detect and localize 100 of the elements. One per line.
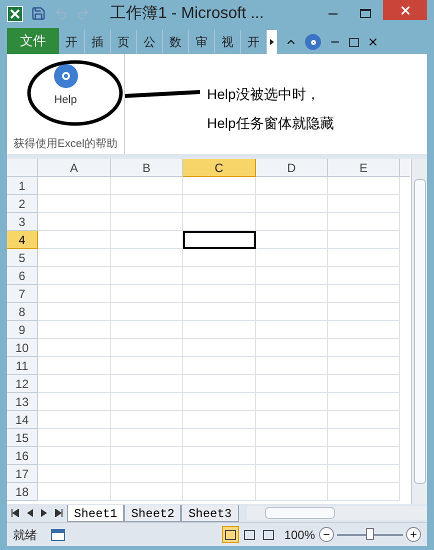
zoom-in-button[interactable]: [406, 527, 421, 542]
grid-cell[interactable]: [256, 267, 328, 285]
row-header[interactable]: 16: [7, 447, 38, 465]
grid-cell[interactable]: [328, 339, 400, 357]
grid-cell[interactable]: [256, 447, 328, 465]
grid-cell[interactable]: [183, 465, 256, 483]
grid-cell[interactable]: [328, 393, 400, 411]
row-header[interactable]: 3: [7, 213, 38, 231]
grid-cell[interactable]: [111, 267, 183, 285]
grid-cell[interactable]: [256, 285, 328, 303]
grid-cell[interactable]: [38, 375, 111, 393]
redo-icon[interactable]: [76, 6, 90, 20]
row-header[interactable]: 17: [7, 465, 38, 483]
grid-cell[interactable]: [183, 213, 256, 231]
grid-cell[interactable]: [328, 483, 400, 501]
grid-cell[interactable]: [256, 465, 328, 483]
row-header[interactable]: 9: [7, 321, 38, 339]
close-button[interactable]: [383, 0, 427, 20]
row-header[interactable]: 2: [7, 195, 38, 213]
grid-cell[interactable]: [111, 483, 183, 501]
grid-cell[interactable]: [256, 231, 328, 249]
previous-sheet-icon[interactable]: [27, 509, 33, 517]
grid-cell[interactable]: [183, 249, 256, 267]
grid-cell[interactable]: [111, 285, 183, 303]
maximize-icon[interactable]: [360, 9, 371, 18]
row-header[interactable]: 7: [7, 285, 38, 303]
grid-cell[interactable]: [183, 357, 256, 375]
active-cell[interactable]: [183, 231, 256, 249]
grid-cell[interactable]: [38, 321, 111, 339]
grid-cell[interactable]: [111, 411, 183, 429]
grid-cell[interactable]: [328, 429, 400, 447]
grid-cell[interactable]: [328, 465, 400, 483]
row-header[interactable]: 10: [7, 339, 38, 357]
grid-cell[interactable]: [111, 447, 183, 465]
grid-cell[interactable]: [111, 231, 183, 249]
column-header[interactable]: B: [111, 159, 183, 177]
grid-cell[interactable]: [38, 411, 111, 429]
grid-cell[interactable]: [183, 267, 256, 285]
row-header[interactable]: 11: [7, 357, 38, 375]
grid-cell[interactable]: [328, 447, 400, 465]
grid-cell[interactable]: [111, 429, 183, 447]
grid-cell[interactable]: [328, 321, 400, 339]
grid-cell[interactable]: [328, 357, 400, 375]
grid-cell[interactable]: [38, 447, 111, 465]
grid-cell[interactable]: [256, 321, 328, 339]
column-header[interactable]: E: [328, 159, 400, 177]
grid-cell[interactable]: [183, 411, 256, 429]
grid-cell[interactable]: [256, 357, 328, 375]
grid-cell[interactable]: [328, 213, 400, 231]
next-sheet-icon[interactable]: [41, 509, 47, 517]
select-all-corner[interactable]: [7, 159, 38, 177]
undo-icon[interactable]: [54, 6, 68, 20]
restore-icon[interactable]: [349, 38, 359, 47]
grid-cell[interactable]: [328, 177, 400, 195]
grid-cell[interactable]: [38, 267, 111, 285]
file-tab[interactable]: 文件: [7, 28, 59, 54]
sheet-tab[interactable]: Sheet1: [67, 504, 124, 522]
grid-cell[interactable]: [111, 339, 183, 357]
grid-cell[interactable]: [256, 375, 328, 393]
grid-cell[interactable]: [328, 375, 400, 393]
grid-cell[interactable]: [38, 177, 111, 195]
last-sheet-icon[interactable]: [55, 509, 63, 517]
grid-cell[interactable]: [111, 465, 183, 483]
grid-cell[interactable]: [328, 267, 400, 285]
grid-cell[interactable]: [38, 213, 111, 231]
help-icon[interactable]: [305, 34, 321, 50]
row-header[interactable]: 14: [7, 411, 38, 429]
grid-cell[interactable]: [256, 339, 328, 357]
grid-cell[interactable]: [328, 231, 400, 249]
help-button[interactable]: Help: [54, 64, 78, 108]
grid-cell[interactable]: [183, 339, 256, 357]
view-button[interactable]: [222, 526, 240, 543]
grid-cell[interactable]: [38, 231, 111, 249]
row-header[interactable]: 8: [7, 303, 38, 321]
grid-cell[interactable]: [183, 303, 256, 321]
grid-cell[interactable]: [183, 375, 256, 393]
grid-cell[interactable]: [256, 249, 328, 267]
grid-cell[interactable]: [38, 393, 111, 411]
grid-cell[interactable]: [38, 249, 111, 267]
row-header[interactable]: 13: [7, 393, 38, 411]
grid-cell[interactable]: [328, 285, 400, 303]
grid-cell[interactable]: [38, 303, 111, 321]
column-header[interactable]: D: [256, 159, 328, 177]
grid-cell[interactable]: [183, 195, 256, 213]
grid-cell[interactable]: [183, 285, 256, 303]
grid-cell[interactable]: [256, 195, 328, 213]
grid-cell[interactable]: [328, 195, 400, 213]
grid-cell[interactable]: [38, 195, 111, 213]
grid-cell[interactable]: [328, 303, 400, 321]
sheet-tab[interactable]: Sheet2: [124, 504, 182, 522]
grid-cell[interactable]: [111, 357, 183, 375]
row-header[interactable]: 15: [7, 429, 38, 447]
grid-cell[interactable]: [256, 213, 328, 231]
grid-cell[interactable]: [183, 321, 256, 339]
grid-cell[interactable]: [183, 429, 256, 447]
grid-cell[interactable]: [111, 321, 183, 339]
grid-cell[interactable]: [38, 483, 111, 501]
grid-cell[interactable]: [111, 375, 183, 393]
grid-cell[interactable]: [256, 177, 328, 195]
grid-cell[interactable]: [256, 429, 328, 447]
